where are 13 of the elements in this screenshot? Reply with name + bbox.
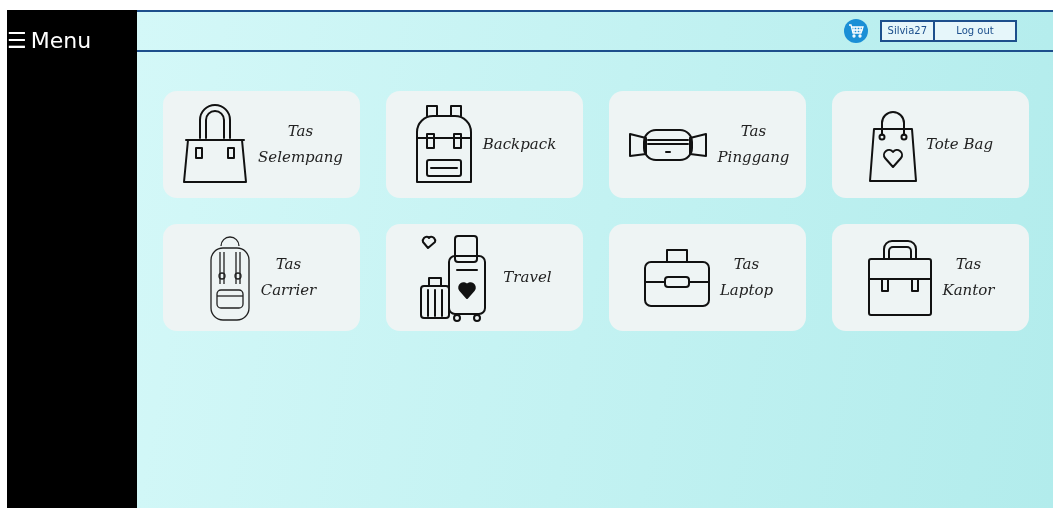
category-card[interactable]: Tas Pinggang	[609, 91, 806, 198]
category-card[interactable]: Tas Carrier	[163, 224, 360, 331]
category-card[interactable]: Tas Laptop	[609, 224, 806, 331]
category-card[interactable]: Tote Bag	[832, 91, 1029, 198]
cart-button[interactable]	[843, 19, 868, 43]
category-card[interactable]: Backpack	[386, 91, 583, 198]
menu-link[interactable]: ☰ Menu	[7, 24, 92, 57]
cart-icon	[847, 24, 864, 38]
category-card[interactable]: Tas Kantor	[832, 224, 1029, 331]
category-card[interactable]: Travel	[386, 224, 583, 331]
category-card[interactable]: Tas Selempang	[163, 91, 360, 198]
username-button[interactable]: Silvia27	[879, 20, 935, 42]
logout-button[interactable]: Log out	[935, 20, 1017, 42]
